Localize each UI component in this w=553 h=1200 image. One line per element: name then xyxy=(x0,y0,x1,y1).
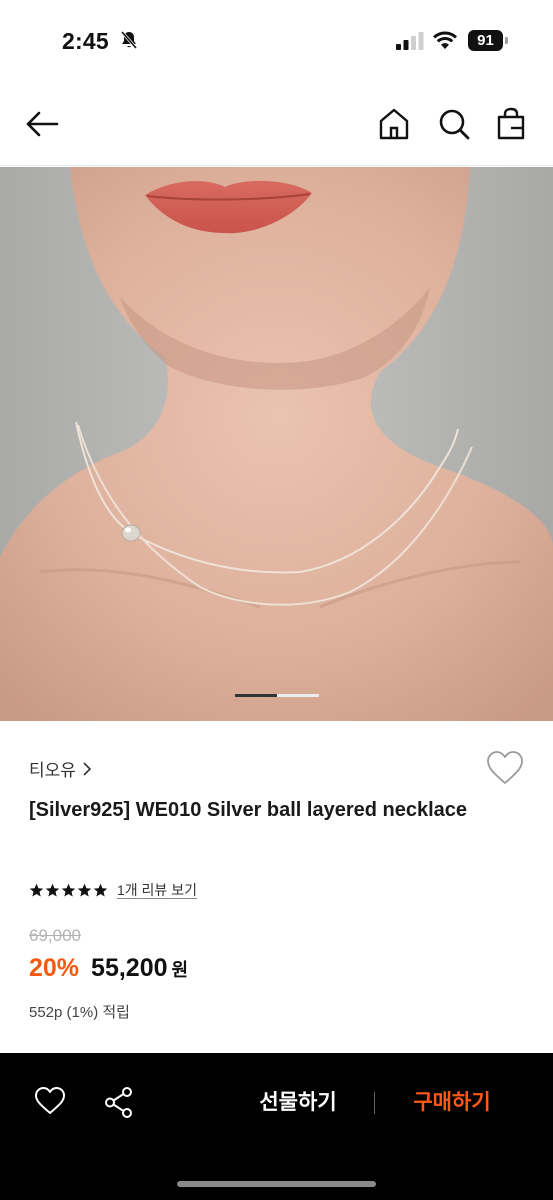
page-indicator-active xyxy=(235,694,277,697)
page-indicator-inactive xyxy=(277,694,319,697)
divider xyxy=(374,1092,375,1114)
reward-points: 552p (1%) 적립 xyxy=(29,1004,130,1021)
bottom-action-bar: 선물하기 구매하기 xyxy=(0,1053,553,1200)
brand-link[interactable]: 티오유 xyxy=(29,756,92,781)
rating-row: 1개 리뷰 보기 xyxy=(29,880,197,900)
wishlist-heart-icon[interactable] xyxy=(486,750,524,786)
search-icon[interactable] xyxy=(436,106,472,142)
sale-price: 55,200 xyxy=(91,954,168,982)
original-price: 69,000 xyxy=(29,926,81,945)
buy-button[interactable]: 구매하기 xyxy=(384,1085,520,1121)
star-icon xyxy=(93,883,108,896)
product-photo xyxy=(0,167,553,721)
brand-name: 티오유 xyxy=(29,761,76,780)
bell-slash-icon xyxy=(120,31,138,49)
product-image-carousel[interactable] xyxy=(0,167,553,721)
wifi-icon xyxy=(432,31,458,49)
star-icon xyxy=(61,883,76,896)
battery-tip xyxy=(505,37,508,44)
discount-rate: 20% xyxy=(29,954,80,982)
star-rating xyxy=(29,883,109,898)
nav-bar xyxy=(0,84,553,166)
back-arrow-icon[interactable] xyxy=(24,106,60,142)
status-time: 2:45 xyxy=(62,28,109,54)
currency-unit: 원 xyxy=(171,960,189,980)
star-icon xyxy=(45,883,60,896)
share-icon[interactable] xyxy=(103,1086,134,1119)
status-bar: 2:45 91 xyxy=(0,0,553,84)
product-title: [Silver925] WE010 Silver ball layered ne… xyxy=(29,799,468,821)
heart-icon[interactable] xyxy=(34,1086,66,1116)
star-icon xyxy=(29,883,44,896)
star-icon xyxy=(77,883,92,896)
chevron-right-icon xyxy=(83,761,92,776)
gift-button[interactable]: 선물하기 xyxy=(230,1085,366,1121)
home-icon[interactable] xyxy=(376,106,412,142)
battery-level: 91 xyxy=(468,30,503,51)
home-indicator[interactable] xyxy=(177,1181,376,1187)
signal-icon xyxy=(396,32,424,50)
price-row: 20% 55,200 원 xyxy=(29,954,188,983)
carousel-page-indicator xyxy=(235,694,319,697)
review-link[interactable]: 1개 리뷰 보기 xyxy=(117,880,197,900)
shopping-bag-icon[interactable] xyxy=(493,106,529,142)
battery-icon: 91 xyxy=(468,30,508,51)
